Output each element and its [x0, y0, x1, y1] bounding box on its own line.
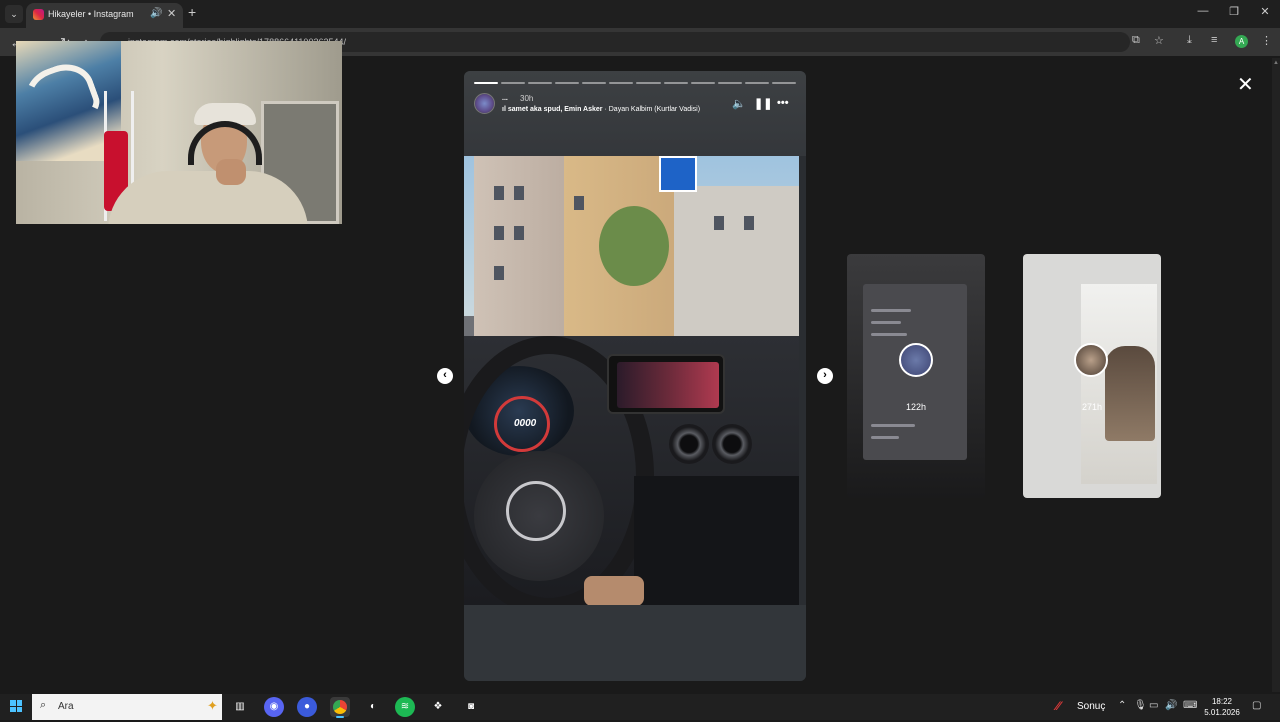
- chevron-right-icon[interactable]: ›: [817, 368, 833, 384]
- preview-time: 122h: [905, 402, 927, 412]
- story-time: 30h: [520, 94, 534, 103]
- person-body: [108, 171, 308, 224]
- story-avatar[interactable]: [474, 93, 495, 114]
- system-clock[interactable]: 18:22 5.01.2026: [1202, 696, 1242, 718]
- profile-avatar[interactable]: A: [1235, 35, 1248, 48]
- bookmark-star-icon[interactable]: ☆: [1154, 34, 1164, 47]
- music-artist: samet aka spud, Emin Asker: [507, 106, 603, 113]
- chrome-icon[interactable]: [330, 697, 350, 717]
- progress-segment: [771, 82, 796, 84]
- story-progress-bar: [474, 82, 796, 84]
- preview-avatar: [899, 343, 933, 377]
- story-footer: [464, 605, 806, 681]
- preview-time: 271h: [1081, 402, 1103, 412]
- progress-segment: [609, 82, 634, 84]
- new-tab-button[interactable]: +: [188, 4, 196, 20]
- progress-segment: [663, 82, 688, 84]
- story-photo: 0000: [464, 156, 799, 605]
- app-icon[interactable]: ●: [297, 697, 317, 717]
- tab-audio-icon[interactable]: 🔊: [150, 8, 162, 19]
- windows-start-icon[interactable]: [10, 700, 22, 712]
- chrome-active-indicator: [336, 716, 344, 718]
- microphone-icon[interactable]: 🎙: [1134, 700, 1147, 711]
- music-song: Dayan Kalbim (Kurtlar Vadisi): [608, 106, 701, 113]
- story-preview-2[interactable]: 271h: [1023, 254, 1161, 498]
- notification-icon[interactable]: ▢: [1252, 700, 1261, 711]
- progress-segment: [474, 82, 499, 84]
- tray-expand-icon[interactable]: ⌃: [1118, 700, 1126, 711]
- media-control-icon[interactable]: ≡: [1211, 34, 1217, 46]
- story-card[interactable]: ... 30h ıl samet aka spud, Emin Asker · …: [464, 71, 806, 681]
- minimize-button[interactable]: —: [1193, 5, 1213, 17]
- cast-icon[interactable]: ⧉: [1132, 34, 1140, 47]
- restore-button[interactable]: ❐: [1224, 5, 1244, 18]
- webcam-overlay: [16, 41, 342, 224]
- discord-icon[interactable]: ◉: [264, 697, 284, 717]
- scroll-up-icon[interactable]: ▲: [1273, 60, 1279, 66]
- progress-segment: [501, 82, 526, 84]
- tab-search-button[interactable]: ⌄: [5, 5, 23, 23]
- browser-tab-active[interactable]: Hikayeler • Instagram 🔊 ✕: [26, 3, 183, 28]
- preview-avatar: [1074, 343, 1108, 377]
- progress-segment: [690, 82, 715, 84]
- keyboard-icon[interactable]: ⌨: [1183, 700, 1197, 711]
- app-icon-2[interactable]: ❖: [428, 697, 448, 717]
- taskbar-search[interactable]: ⌕ Ara ✦: [32, 694, 222, 720]
- app-icon-3[interactable]: ◙: [461, 697, 481, 717]
- copilot-sparkle-icon: ✦: [207, 698, 218, 713]
- window-close-button[interactable]: ✕: [1255, 5, 1275, 18]
- story-username[interactable]: ...: [502, 95, 508, 102]
- weather-label[interactable]: Sonuç: [1077, 701, 1105, 712]
- speaker-icon[interactable]: 🔈: [732, 97, 746, 110]
- search-icon: ⌕: [40, 699, 47, 711]
- clock-date: 5.01.2026: [1204, 708, 1240, 717]
- chevron-left-icon[interactable]: ‹: [437, 368, 453, 384]
- more-icon[interactable]: •••: [777, 97, 789, 109]
- tab-close-icon[interactable]: ✕: [167, 7, 176, 20]
- progress-segment: [717, 82, 742, 84]
- volume-icon[interactable]: 🔊: [1165, 700, 1177, 711]
- person-hand: [216, 159, 246, 185]
- obs-icon[interactable]: ◐: [363, 697, 383, 717]
- story-music[interactable]: ıl samet aka spud, Emin Asker · Dayan Ka…: [502, 106, 700, 113]
- close-icon[interactable]: ✕: [1237, 72, 1254, 97]
- browser-tabbar: ⌄ Hikayeler • Instagram 🔊 ✕ + — ❐ ✕: [0, 0, 1280, 28]
- progress-segment: [555, 82, 580, 84]
- story-preview-1[interactable]: 122h: [847, 254, 985, 498]
- progress-segment: [582, 82, 607, 84]
- progress-segment: [636, 82, 661, 84]
- weather-logo-icon: ⁄⁄: [1056, 699, 1061, 713]
- search-placeholder: Ara: [58, 701, 74, 712]
- network-icon[interactable]: ▭: [1149, 700, 1158, 711]
- task-view-icon[interactable]: ▥: [230, 697, 250, 717]
- progress-segment: [744, 82, 769, 84]
- browser-menu-icon[interactable]: ⋮: [1261, 34, 1272, 47]
- page-scrollbar[interactable]: [1272, 58, 1280, 692]
- progress-segment: [528, 82, 553, 84]
- tab-title: Hikayeler • Instagram: [48, 9, 134, 19]
- clock-time: 18:22: [1211, 697, 1233, 706]
- instagram-favicon-icon: [33, 9, 44, 20]
- pause-icon[interactable]: ❚❚: [754, 97, 772, 110]
- spotify-icon[interactable]: ≋: [395, 697, 415, 717]
- download-icon[interactable]: ⤓: [1187, 34, 1192, 47]
